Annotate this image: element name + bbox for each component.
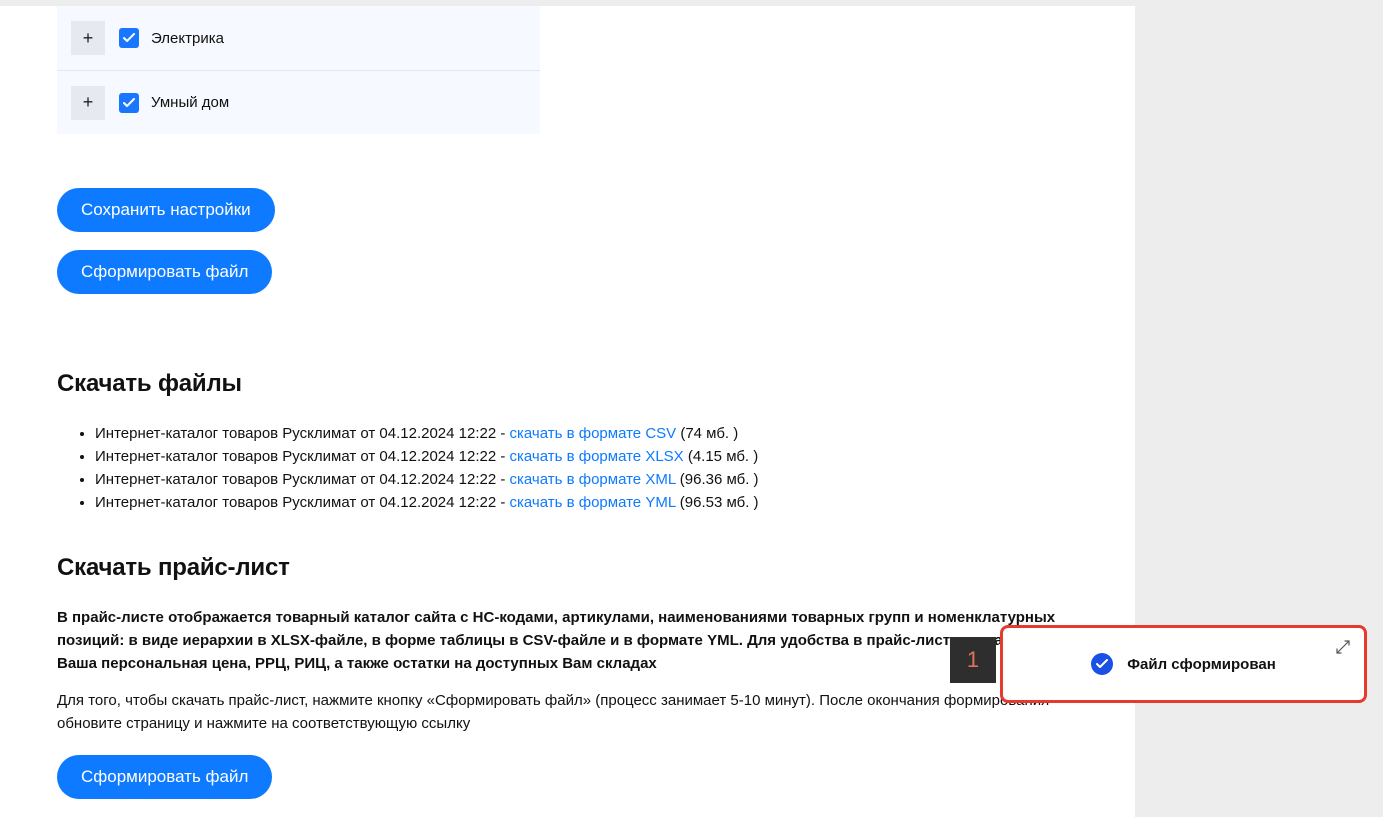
download-files-heading: Скачать файлы: [57, 370, 1060, 398]
file-size: (74 мб. ): [676, 425, 738, 442]
toast-notification[interactable]: Файл сформирован: [1000, 625, 1367, 703]
price-description: Для того, чтобы скачать прайс-лист, нажм…: [57, 689, 1060, 735]
toast-text: Файл сформирован: [1127, 656, 1276, 673]
download-link-csv[interactable]: скачать в формате CSV: [510, 425, 677, 442]
file-item-yml: Интернет-каталог товаров Русклимат от 04…: [95, 491, 1060, 514]
file-size: (4.15 мб. ): [684, 448, 759, 465]
check-icon: [123, 33, 135, 43]
checkbox-umnyidom[interactable]: [119, 93, 139, 113]
expand-button[interactable]: +: [71, 21, 105, 55]
save-settings-button[interactable]: Сохранить настройки: [57, 188, 275, 232]
annotation-badge: 1: [950, 637, 996, 683]
file-prefix: Интернет-каталог товаров Русклимат от 04…: [95, 448, 510, 465]
download-link-xlsx[interactable]: скачать в формате XLSX: [510, 448, 684, 465]
file-prefix: Интернет-каталог товаров Русклимат от 04…: [95, 425, 510, 442]
file-item-xlsx: Интернет-каталог товаров Русклимат от 04…: [95, 445, 1060, 468]
check-icon: [123, 98, 135, 108]
file-prefix: Интернет-каталог товаров Русклимат от 04…: [95, 494, 510, 511]
price-description-bold: В прайс-листе отображается товарный ката…: [57, 606, 1060, 675]
content-area: Сохранить настройки Сформировать файл Ск…: [0, 134, 1060, 817]
success-check-icon: [1091, 653, 1113, 675]
expand-button[interactable]: +: [71, 86, 105, 120]
checkbox-elektrika[interactable]: [119, 28, 139, 48]
download-link-xml[interactable]: скачать в формате XML: [510, 471, 676, 488]
expand-icon[interactable]: [1336, 640, 1350, 659]
tree-row-elektrika: + Электрика: [57, 6, 540, 70]
page-container: + Электрика + Умный дом Сохранить настро…: [0, 6, 1135, 817]
download-price-heading: Скачать прайс-лист: [57, 554, 1060, 582]
tree-label: Умный дом: [151, 94, 229, 111]
file-size: (96.53 мб. ): [676, 494, 759, 511]
file-item-csv: Интернет-каталог товаров Русклимат от 04…: [95, 422, 1060, 445]
file-item-xml: Интернет-каталог товаров Русклимат от 04…: [95, 468, 1060, 491]
generate-price-file-button[interactable]: Сформировать файл: [57, 755, 272, 799]
download-link-yml[interactable]: скачать в формате YML: [510, 494, 676, 511]
file-size: (96.36 мб. ): [676, 471, 759, 488]
button-row: Сохранить настройки Сформировать файл: [57, 188, 1060, 312]
tree-row-umnyidom: + Умный дом: [57, 70, 540, 134]
generate-file-button[interactable]: Сформировать файл: [57, 250, 272, 294]
file-list: Интернет-каталог товаров Русклимат от 04…: [57, 422, 1060, 514]
badge-number: 1: [967, 647, 979, 673]
file-prefix: Интернет-каталог товаров Русклимат от 04…: [95, 471, 510, 488]
category-tree: + Электрика + Умный дом: [57, 6, 540, 134]
tree-label: Электрика: [151, 30, 224, 47]
